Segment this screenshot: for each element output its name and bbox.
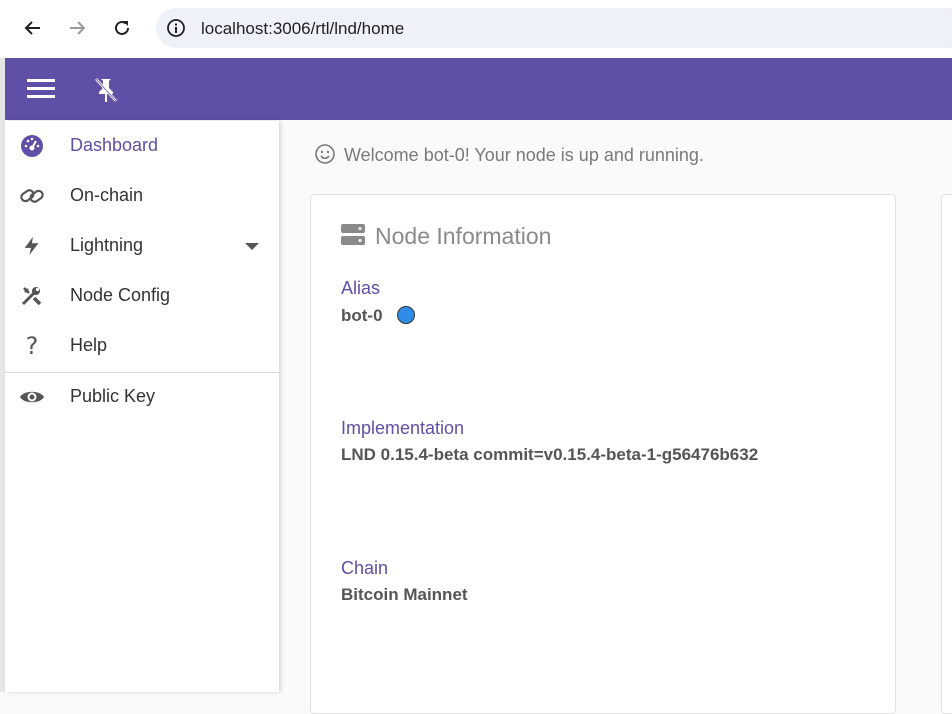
back-arrow-icon	[24, 21, 40, 35]
alias-label: Alias	[341, 278, 381, 298]
sidebar-item-on-chain[interactable]: On-chain	[5, 171, 279, 221]
sidebar-item-label: Lightning	[70, 235, 144, 255]
alias-value: bot-0	[341, 306, 415, 326]
welcome-message: Welcome bot-0! Your node is up and runni…	[314, 143, 704, 166]
unpin-icon[interactable]	[93, 76, 119, 104]
smiley-icon	[315, 144, 335, 164]
bolt-icon	[19, 233, 45, 259]
sidebar-item-label: Help	[70, 335, 108, 355]
chain-label: Chain	[341, 558, 389, 578]
status-dot	[396, 306, 415, 324]
menu-icon[interactable]	[27, 76, 57, 102]
reload-icon	[115, 20, 129, 35]
secondary-card	[941, 194, 952, 714]
chevron-down-icon[interactable]	[245, 243, 259, 250]
sidebar-item-label: Dashboard	[70, 135, 159, 155]
app-header	[5, 58, 952, 120]
url-text: localhost:3006/rtl/lnd/home	[201, 19, 405, 38]
sidebar-item-label: On-chain	[70, 185, 144, 205]
sidebar-item-public-key[interactable]: Public Key	[5, 372, 279, 422]
browser-toolbar: localhost:3006/rtl/lnd/home	[0, 0, 952, 58]
chain-value: Bitcoin Mainnet	[341, 585, 468, 604]
sidebar-item-dashboard[interactable]: Dashboard	[5, 121, 279, 171]
forward-button[interactable]	[61, 12, 93, 44]
sidebar-item-lightning[interactable]: Lightning	[5, 221, 279, 271]
sidebar-item-label: Public Key	[70, 386, 156, 406]
link-icon	[19, 183, 45, 209]
eye-icon	[19, 384, 45, 410]
address-bar[interactable]: localhost:3006/rtl/lnd/home	[156, 8, 952, 48]
implementation-value: LND 0.15.4-beta commit=v0.15.4-beta-1-g5…	[341, 445, 759, 464]
sidebar-item-label: Node Config	[70, 285, 171, 305]
sidebar-item-help[interactable]: ? Help	[5, 321, 279, 371]
site-info-icon[interactable]	[166, 18, 186, 38]
welcome-text: Welcome bot-0! Your node is up and runni…	[344, 145, 704, 165]
sidebar: Dashboard On-chain Lightning Node Config…	[5, 121, 279, 692]
dashboard-gauge-icon	[19, 133, 45, 159]
tools-icon	[19, 283, 45, 309]
implementation-label: Implementation	[341, 418, 465, 438]
node-information-card: Node Information Alias bot-0 Implementat…	[310, 194, 896, 714]
server-icon	[341, 224, 365, 245]
forward-arrow-icon	[70, 21, 86, 35]
question-icon: ?	[25, 332, 39, 360]
card-title: Node Information	[341, 223, 551, 250]
back-button[interactable]	[17, 12, 49, 44]
sidebar-item-node-config[interactable]: Node Config	[5, 271, 279, 321]
reload-button[interactable]	[106, 12, 138, 44]
